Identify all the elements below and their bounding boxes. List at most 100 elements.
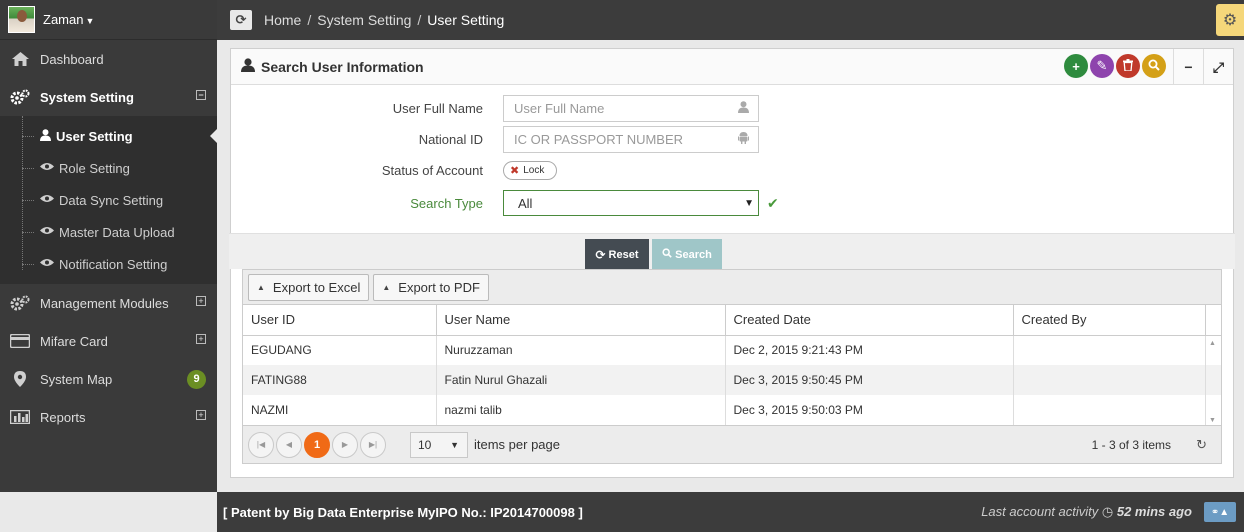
first-page-icon: |◀ — [256, 440, 266, 449]
search-icon — [662, 248, 672, 261]
eye-icon — [40, 226, 54, 238]
user-menu[interactable]: Zaman ▼ — [0, 0, 217, 40]
sidebar-item-role-setting[interactable]: Role Setting — [0, 152, 217, 184]
breadcrumb-separator: / — [307, 12, 312, 28]
triangle-up-icon: ▲ — [382, 282, 391, 292]
export-excel-button[interactable]: ▲ Export to Excel — [248, 273, 370, 301]
sidebar-item-master-data-upload[interactable]: Master Data Upload — [0, 216, 217, 248]
national-id-input[interactable]: IC OR PASSPORT NUMBER — [503, 125, 759, 153]
scroll-up-icon[interactable]: ▲ — [1209, 340, 1216, 347]
breadcrumb-section[interactable]: System Setting — [317, 12, 411, 28]
search-button-circle[interactable] — [1142, 54, 1166, 78]
last-page-button[interactable]: ▶| — [360, 431, 386, 458]
column-header-created-by[interactable]: Created By — [1013, 305, 1206, 336]
pager-info: 1 - 3 of 3 items — [1091, 437, 1171, 452]
vertical-scrollbar[interactable]: ▲ ▼ — [1205, 336, 1221, 426]
fullscreen-button[interactable]: ⤢ — [1203, 49, 1233, 85]
widget-toolbar: + ✎ — [1064, 54, 1166, 78]
cell-created-by — [1013, 365, 1206, 395]
sidebar-item-label: System Setting — [40, 89, 134, 105]
next-page-button[interactable]: ▶ — [332, 431, 358, 458]
breadcrumb-separator: / — [417, 12, 422, 28]
refresh-button[interactable]: ⟳ — [230, 10, 252, 30]
user-icon — [738, 100, 749, 116]
sidebar-item-user-setting[interactable]: User Setting — [0, 120, 217, 152]
sidebar-item-system-setting[interactable]: System Setting − — [0, 78, 217, 116]
clock-icon: ◷ — [1101, 504, 1114, 519]
reset-button[interactable]: ⟳ Reset — [585, 239, 649, 270]
cogs-icon — [10, 295, 30, 311]
sidebar-item-reports[interactable]: Reports + — [0, 398, 217, 436]
table-row[interactable]: FATING88 Fatin Nurul Ghazali Dec 3, 2015… — [243, 365, 1221, 395]
link-icon: ⚭▲ — [1210, 506, 1230, 518]
sidebar-item-dashboard[interactable]: Dashboard — [0, 40, 217, 78]
breadcrumb-current: User Setting — [427, 12, 505, 28]
user-name-dropdown[interactable]: Zaman ▼ — [43, 12, 94, 27]
cell-user-name: Fatin Nurul Ghazali — [436, 365, 726, 395]
sidebar-item-label: Reports — [40, 409, 86, 425]
home-icon — [10, 52, 30, 66]
sidebar-item-mifare-card[interactable]: Mifare Card + — [0, 322, 217, 360]
widget-title: Search User Information — [261, 58, 424, 75]
sidebar-item-system-map[interactable]: System Map 9 — [0, 360, 217, 398]
table-row[interactable]: NAZMI nazmi talib Dec 3, 2015 9:50:03 PM — [243, 395, 1221, 425]
chevron-down-icon: ▼ — [85, 16, 95, 26]
export-pdf-button[interactable]: ▲ Export to PDF — [373, 273, 489, 301]
scroll-down-icon[interactable]: ▼ — [1209, 417, 1216, 424]
sidebar-item-notification-setting[interactable]: Notification Setting — [0, 248, 217, 280]
column-header-user-id[interactable]: User ID — [243, 305, 437, 336]
add-button[interactable]: + — [1064, 54, 1088, 78]
last-activity: Last account activity ◷ 52 mins ago — [981, 504, 1192, 520]
search-user-widget: Search User Information + ✎ − ⤢ User Ful… — [229, 48, 1235, 478]
sidebar-item-label: Management Modules — [40, 295, 169, 311]
table-row[interactable]: EGUDANG Nuruzzaman Dec 2, 2015 9:21:43 P… — [243, 335, 1221, 365]
cell-user-id: FATING88 — [243, 365, 437, 395]
edit-icon: ✎ — [1096, 58, 1108, 73]
delete-button[interactable] — [1116, 54, 1140, 78]
widget-controls: − ⤢ — [1173, 49, 1233, 85]
trash-icon — [1123, 58, 1133, 74]
breadcrumb-home[interactable]: Home — [264, 12, 301, 28]
expand-icon[interactable]: + — [196, 334, 206, 344]
refresh-icon: ⟳ — [595, 247, 606, 262]
settings-button[interactable]: ⚙ — [1216, 4, 1244, 36]
column-header-created-date[interactable]: Created Date — [725, 305, 1014, 336]
collapse-button[interactable]: − — [1173, 49, 1203, 85]
scroll-top-button[interactable]: ⚭▲ — [1204, 502, 1236, 522]
form-actions: ⟳ Reset Search — [229, 233, 1235, 270]
cell-user-name: Nuruzzaman — [436, 335, 726, 365]
top-bar: ⟳ Home / System Setting / User Setting ⚙ — [217, 0, 1244, 40]
cell-created-date: Dec 3, 2015 9:50:45 PM — [725, 365, 1014, 395]
refresh-icon[interactable]: ↻ — [1196, 437, 1207, 453]
users-table: User ID User Name Created Date Created B… — [243, 305, 1221, 425]
lock-toggle[interactable]: ✖ Lock — [503, 160, 557, 180]
collapse-icon[interactable]: − — [196, 90, 206, 100]
edit-button[interactable]: ✎ — [1090, 54, 1114, 78]
page-size-select[interactable]: 10 ▼ — [410, 431, 468, 458]
prev-page-button[interactable]: ◀ — [276, 431, 302, 458]
cogs-icon — [10, 89, 30, 105]
notification-badge: 9 — [187, 370, 206, 389]
expand-icon[interactable]: + — [196, 296, 206, 306]
full-name-placeholder: User Full Name — [514, 100, 605, 116]
sidebar-item-label: Role Setting — [59, 160, 130, 176]
search-button[interactable]: Search — [652, 239, 722, 270]
eye-icon — [40, 258, 54, 270]
plus-icon: + — [1072, 58, 1080, 74]
next-page-icon: ▶ — [341, 440, 349, 449]
page-number-button[interactable]: 1 — [304, 431, 330, 458]
items-per-page-label: items per page — [474, 437, 560, 452]
column-header-user-name[interactable]: User Name — [436, 305, 726, 336]
sidebar-item-management-modules[interactable]: Management Modules + — [0, 284, 217, 322]
sidebar-item-data-sync-setting[interactable]: Data Sync Setting — [0, 184, 217, 216]
expand-icon[interactable]: + — [196, 410, 206, 420]
national-id-label: National ID — [418, 131, 483, 147]
search-type-select[interactable]: All ▼ — [503, 190, 759, 216]
chevron-down-icon: ▼ — [744, 197, 754, 209]
grid-toolbar: ▲ Export to Excel ▲ Export to PDF — [243, 270, 1221, 305]
full-name-input[interactable]: User Full Name — [503, 94, 759, 122]
cell-created-date: Dec 3, 2015 9:50:03 PM — [725, 395, 1014, 425]
refresh-icon: ⟳ — [235, 12, 247, 27]
sidebar-item-label: Notification Setting — [59, 256, 168, 272]
first-page-button[interactable]: |◀ — [248, 431, 274, 458]
